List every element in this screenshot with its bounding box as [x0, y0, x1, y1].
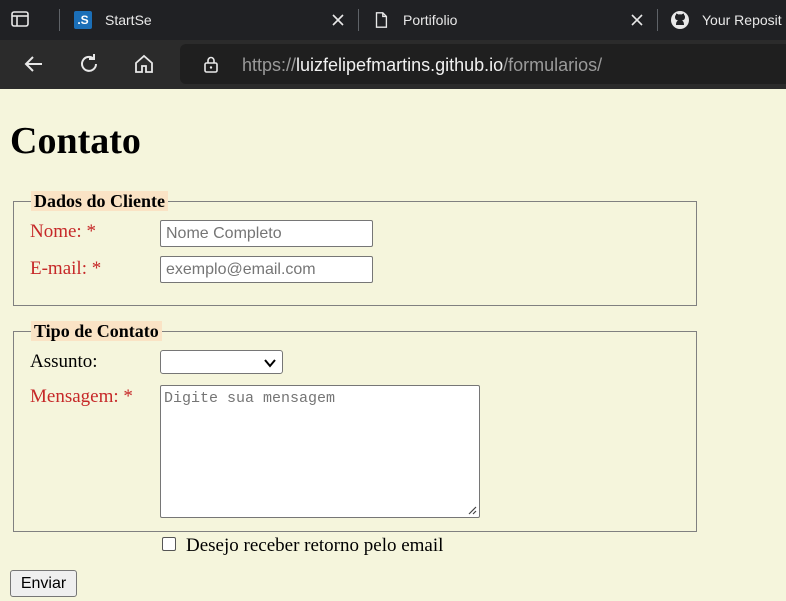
- client-data-fieldset: Dados do Cliente: [13, 191, 697, 306]
- required-marker: *: [123, 386, 133, 407]
- tab-actions-icon[interactable]: [10, 9, 32, 31]
- tab-separator: [59, 9, 60, 31]
- refresh-icon[interactable]: [77, 52, 103, 78]
- url-scheme: https://: [242, 55, 297, 75]
- name-label: Nome: *: [30, 221, 96, 243]
- tab-startse[interactable]: .S StartSe: [73, 0, 353, 40]
- tab-separator: [358, 9, 359, 31]
- subject-label: Assunto:: [30, 351, 98, 372]
- tab-separator: [657, 9, 658, 31]
- message-label: Mensagem: *: [30, 386, 133, 408]
- url-text: https://luizfelipefmartins.github.io/for…: [242, 55, 602, 76]
- browser-tab-bar: .S StartSe Portifolio Your Reposit: [0, 0, 786, 40]
- message-placeholder: Digite sua mensagem: [164, 390, 336, 407]
- name-placeholder: Nome Completo: [166, 225, 282, 242]
- chevron-down-icon: [264, 359, 276, 368]
- client-data-legend: Dados do Cliente: [31, 191, 169, 211]
- page-icon: [371, 10, 391, 30]
- tab-title: Portifolio: [403, 12, 458, 28]
- tab-title: StartSe: [105, 12, 152, 28]
- email-placeholder: exemplo@email.com: [166, 261, 316, 278]
- required-marker: *: [91, 258, 102, 279]
- browser-toolbar: https://luizfelipefmartins.github.io/for…: [0, 40, 786, 89]
- address-bar[interactable]: https://luizfelipefmartins.github.io/for…: [180, 44, 786, 84]
- message-textarea[interactable]: Digite sua mensagem: [160, 385, 480, 518]
- close-icon[interactable]: [330, 12, 346, 28]
- email-label-text: E-mail:: [30, 258, 87, 279]
- tab-github[interactable]: Your Reposit: [670, 0, 786, 40]
- url-host: luizfelipefmartins.github.io: [296, 55, 504, 75]
- lock-icon[interactable]: [202, 55, 220, 73]
- subject-select[interactable]: [160, 350, 283, 374]
- page-title: Contato: [10, 120, 141, 162]
- close-icon[interactable]: [629, 12, 645, 28]
- email-label: E-mail: *: [30, 258, 101, 280]
- contact-type-legend: Tipo de Contato: [31, 321, 162, 341]
- required-marker: *: [86, 221, 96, 242]
- email-reply-label: Desejo receber retorno pelo email: [186, 535, 444, 556]
- name-input[interactable]: Nome Completo: [160, 220, 373, 247]
- tab-portifolio[interactable]: Portifolio: [371, 0, 651, 40]
- page-content: Contato Dados do Cliente Nome: * Nome Co…: [0, 89, 786, 601]
- back-arrow-icon[interactable]: [22, 52, 48, 78]
- email-input[interactable]: exemplo@email.com: [160, 256, 373, 283]
- email-reply-checkbox[interactable]: [162, 537, 176, 551]
- submit-button[interactable]: Enviar: [10, 570, 77, 597]
- tab-title: Your Reposit: [702, 12, 782, 28]
- github-icon: [670, 10, 690, 30]
- url-path: /formularios/: [503, 55, 603, 75]
- home-icon[interactable]: [132, 52, 158, 78]
- resize-handle-icon[interactable]: [466, 504, 477, 515]
- startse-logo-icon: .S: [73, 10, 93, 30]
- message-label-text: Mensagem:: [30, 386, 119, 407]
- name-label-text: Nome:: [30, 221, 82, 242]
